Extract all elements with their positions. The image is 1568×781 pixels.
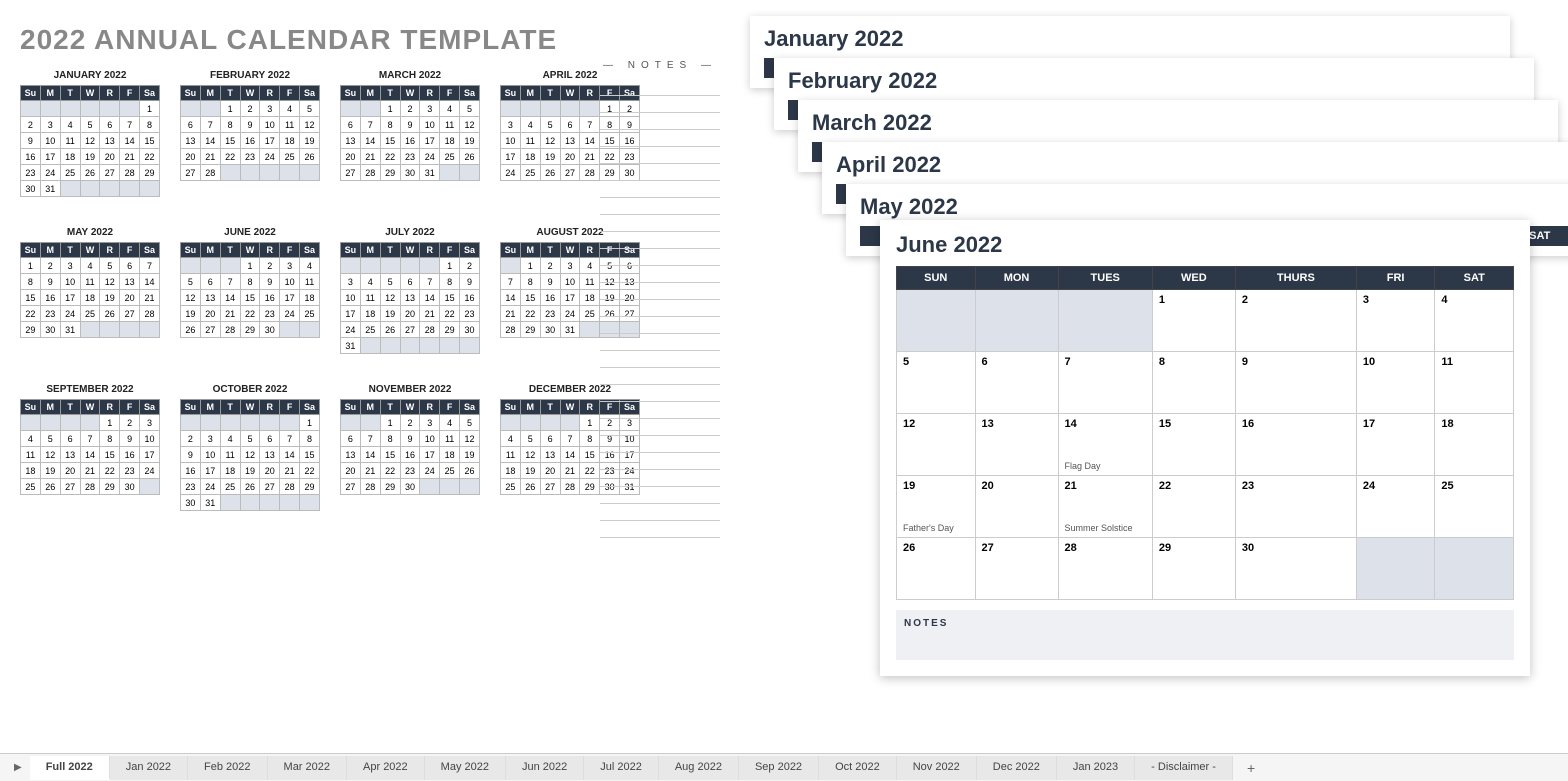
notes-line[interactable] (600, 249, 720, 266)
day-cell[interactable]: 14Flag Day (1058, 414, 1152, 476)
day-cell[interactable]: 16 (1235, 414, 1356, 476)
day-cell[interactable]: 1 (1152, 290, 1235, 352)
day-cell[interactable]: 9 (1235, 352, 1356, 414)
tab-nav-arrow[interactable]: ▶ (6, 762, 30, 773)
sheet-tabs: ▶ Full 2022Jan 2022Feb 2022Mar 2022Apr 2… (0, 753, 1568, 781)
day-cell[interactable]: 10 (1356, 352, 1435, 414)
minical-october-2022: OCTOBER 2022SuMTWRFSa1234567891011121314… (180, 384, 320, 511)
day-cell[interactable]: 2 (1235, 290, 1356, 352)
day-cell[interactable]: 23 (1235, 476, 1356, 538)
day-cell[interactable]: 22 (1152, 476, 1235, 538)
notes-line[interactable] (600, 317, 720, 334)
minical-may-2022: MAY 2022SuMTWRFSa12345678910111213141516… (20, 227, 160, 354)
day-cell[interactable]: 20 (975, 476, 1058, 538)
month-title: June 2022 (896, 232, 1514, 258)
day-cell[interactable]: 19Father's Day (897, 476, 976, 538)
tab-full-2022[interactable]: Full 2022 (30, 756, 110, 780)
day-cell[interactable] (975, 290, 1058, 352)
notes-line[interactable] (600, 334, 720, 351)
month-grid: SUNMONTUESWEDTHURSFRISAT 123456789101112… (896, 266, 1514, 600)
day-cell[interactable] (897, 290, 976, 352)
day-cell[interactable]: 7 (1058, 352, 1152, 414)
notes-line[interactable] (600, 453, 720, 470)
notes-line[interactable] (600, 470, 720, 487)
notes-line[interactable] (600, 487, 720, 504)
tab--disclaimer-[interactable]: - Disclaimer - (1135, 756, 1233, 780)
notes-line[interactable] (600, 521, 720, 538)
notes-line[interactable] (600, 351, 720, 368)
day-cell[interactable]: 15 (1152, 414, 1235, 476)
day-cell[interactable]: 27 (975, 538, 1058, 600)
day-cell[interactable]: 12 (897, 414, 976, 476)
minical-june-2022: JUNE 2022SuMTWRFSa1234567891011121314151… (180, 227, 320, 354)
notes-line[interactable] (600, 198, 720, 215)
notes-line[interactable] (600, 504, 720, 521)
day-cell[interactable] (1058, 290, 1152, 352)
notes-line[interactable] (600, 181, 720, 198)
tab-jul-2022[interactable]: Jul 2022 (584, 756, 659, 780)
day-cell[interactable]: 25 (1435, 476, 1514, 538)
day-cell[interactable] (1435, 538, 1514, 600)
day-cell[interactable]: 28 (1058, 538, 1152, 600)
tab-aug-2022[interactable]: Aug 2022 (659, 756, 739, 780)
minical-january-2022: JANUARY 2022SuMTWRFSa1234567891011121314… (20, 70, 160, 197)
notes-line[interactable] (600, 215, 720, 232)
day-cell[interactable]: 18 (1435, 414, 1514, 476)
tab-jan-2022[interactable]: Jan 2022 (110, 756, 188, 780)
day-cell[interactable]: 24 (1356, 476, 1435, 538)
day-cell[interactable]: 17 (1356, 414, 1435, 476)
day-cell[interactable] (1356, 538, 1435, 600)
notes-column: — NOTES — (600, 60, 720, 538)
tab-nov-2022[interactable]: Nov 2022 (897, 756, 977, 780)
minical-july-2022: JULY 2022SuMTWRFSa1234567891011121314151… (340, 227, 480, 354)
notes-line[interactable] (600, 402, 720, 419)
june-sheet: June 2022 SUNMONTUESWEDTHURSFRISAT 12345… (880, 220, 1530, 676)
day-cell[interactable]: 3 (1356, 290, 1435, 352)
minical-february-2022: FEBRUARY 2022SuMTWRFSa123456789101112131… (180, 70, 320, 197)
tab-may-2022[interactable]: May 2022 (425, 756, 506, 780)
notes-line[interactable] (600, 147, 720, 164)
tab-oct-2022[interactable]: Oct 2022 (819, 756, 897, 780)
tab-jun-2022[interactable]: Jun 2022 (506, 756, 584, 780)
minical-november-2022: NOVEMBER 2022SuMTWRFSa123456789101112131… (340, 384, 480, 511)
tab-sep-2022[interactable]: Sep 2022 (739, 756, 819, 780)
tab-jan-2023[interactable]: Jan 2023 (1057, 756, 1135, 780)
day-cell[interactable]: 29 (1152, 538, 1235, 600)
tab-mar-2022[interactable]: Mar 2022 (268, 756, 347, 780)
tab-feb-2022[interactable]: Feb 2022 (188, 756, 267, 780)
month-notes: NOTES (896, 610, 1514, 660)
day-cell[interactable]: 4 (1435, 290, 1514, 352)
notes-line[interactable] (600, 266, 720, 283)
notes-line[interactable] (600, 130, 720, 147)
day-cell[interactable]: 6 (975, 352, 1058, 414)
notes-line[interactable] (600, 232, 720, 249)
day-cell[interactable]: 21Summer Solstice (1058, 476, 1152, 538)
notes-line[interactable] (600, 283, 720, 300)
notes-heading: — NOTES — (600, 60, 720, 71)
day-cell[interactable]: 11 (1435, 352, 1514, 414)
day-cell[interactable]: 8 (1152, 352, 1235, 414)
minical-september-2022: SEPTEMBER 2022SuMTWRFSa12345678910111213… (20, 384, 160, 511)
notes-line[interactable] (600, 96, 720, 113)
minical-march-2022: MARCH 2022SuMTWRFSa123456789101112131415… (340, 70, 480, 197)
notes-line[interactable] (600, 113, 720, 130)
tab-dec-2022[interactable]: Dec 2022 (977, 756, 1057, 780)
notes-line[interactable] (600, 164, 720, 181)
notes-line[interactable] (600, 368, 720, 385)
day-cell[interactable]: 30 (1235, 538, 1356, 600)
notes-line[interactable] (600, 385, 720, 402)
notes-line[interactable] (600, 436, 720, 453)
notes-line[interactable] (600, 300, 720, 317)
notes-line[interactable] (600, 419, 720, 436)
notes-line[interactable] (600, 79, 720, 96)
day-cell[interactable]: 5 (897, 352, 976, 414)
tab-apr-2022[interactable]: Apr 2022 (347, 756, 425, 780)
day-cell[interactable]: 26 (897, 538, 976, 600)
add-sheet-button[interactable]: + (1233, 755, 1269, 781)
day-cell[interactable]: 13 (975, 414, 1058, 476)
